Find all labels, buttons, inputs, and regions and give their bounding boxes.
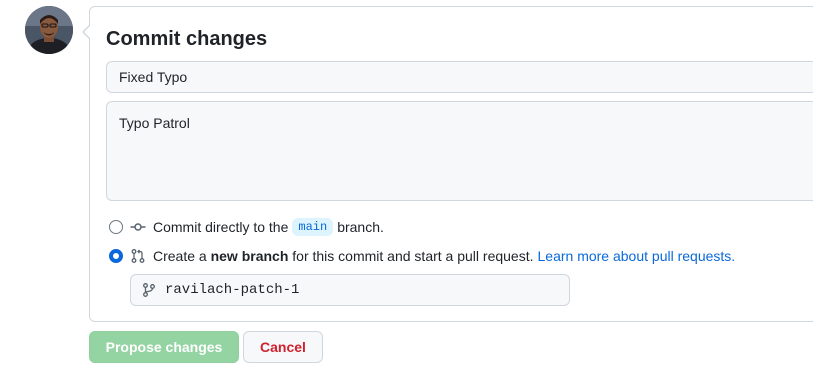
branch-name-chip: main — [292, 218, 334, 236]
commit-description-textarea[interactable]: Typo Patrol — [106, 101, 813, 201]
new-branch-name-field[interactable] — [130, 274, 570, 306]
new-branch-radio[interactable] — [109, 249, 123, 263]
git-branch-icon — [143, 283, 155, 297]
panel-caret-fill — [84, 25, 91, 39]
new-branch-text-bold: new branch — [210, 248, 289, 264]
new-branch-name-input[interactable] — [165, 282, 545, 298]
commit-direct-radio[interactable] — [109, 220, 123, 234]
commit-direct-option[interactable]: Commit directly to the main branch. — [109, 217, 384, 237]
learn-more-pull-requests-link[interactable]: Learn more about pull requests. — [538, 248, 736, 264]
new-branch-text-prefix: Create a — [153, 248, 207, 264]
commit-title: Commit changes — [106, 28, 268, 50]
new-branch-text-suffix: for this commit and start a pull request… — [292, 248, 534, 264]
git-commit-icon — [130, 223, 146, 231]
user-avatar[interactable] — [25, 6, 73, 54]
cancel-button[interactable]: Cancel — [243, 331, 323, 363]
commit-summary-input[interactable] — [106, 61, 813, 93]
propose-changes-button[interactable]: Propose changes — [89, 331, 239, 363]
new-branch-option[interactable]: Create a new branch for this commit and … — [109, 246, 735, 266]
commit-direct-text-prefix: Commit directly to the — [153, 219, 289, 235]
git-pull-request-icon — [131, 249, 145, 263]
commit-direct-text-suffix: branch. — [337, 219, 384, 235]
